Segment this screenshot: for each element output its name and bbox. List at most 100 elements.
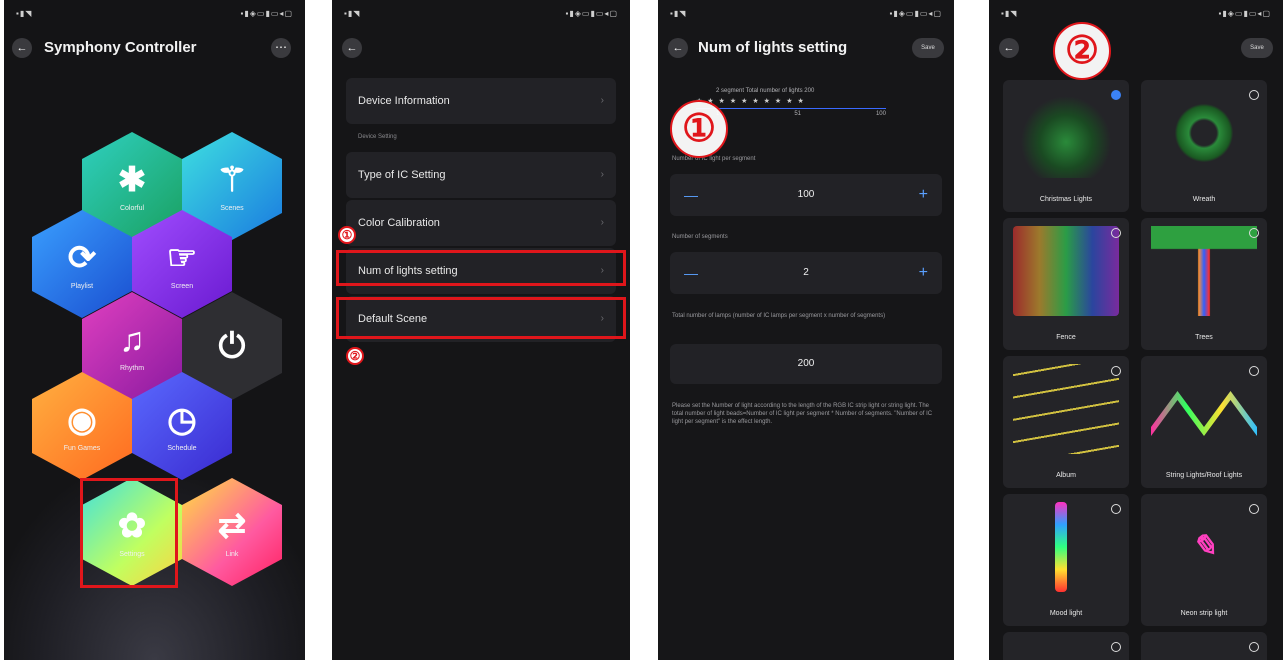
instruction-note: Please set the Number of light according… — [672, 403, 933, 425]
per-segment-value[interactable]: 100 — [670, 174, 942, 216]
clock-icon: ◷ — [167, 400, 197, 439]
chevron-right-icon: › — [600, 217, 604, 228]
hex-label: Screen — [170, 282, 194, 290]
radio-icon[interactable] — [1249, 366, 1259, 376]
plus-button[interactable]: + — [919, 174, 928, 216]
radio-icon[interactable] — [1249, 642, 1259, 652]
hex-label: Scenes — [220, 204, 244, 212]
back-button[interactable]: ← — [668, 38, 688, 58]
palm-tree-icon — [1151, 226, 1257, 316]
scene-card[interactable]: Mood light — [1003, 494, 1129, 626]
plus-button[interactable]: + — [919, 252, 928, 294]
fence-lights-icon — [1013, 226, 1119, 316]
scene-name: Trees — [1195, 334, 1213, 341]
radio-icon[interactable] — [1111, 228, 1121, 238]
album-lights-icon — [1013, 364, 1119, 454]
scene-name: Album — [1056, 472, 1076, 479]
highlight-box — [336, 250, 626, 286]
home-screen: ▪︎▮◥ ▪︎▮◈▭▮▭◂▢ ← Symphony Controller ⋯ ✱ … — [4, 0, 305, 660]
radio-icon[interactable] — [1249, 504, 1259, 514]
more-menu-button[interactable]: ⋯ — [271, 38, 291, 58]
total-lamps-value: 200 — [670, 344, 942, 384]
radio-icon[interactable] — [1111, 366, 1121, 376]
chevron-right-icon: › — [600, 169, 604, 180]
scene-card[interactable]: Wreath — [1141, 80, 1267, 212]
save-button[interactable]: Save — [912, 38, 944, 58]
device-information-item[interactable]: Device Information › — [346, 78, 616, 124]
status-bar: ▪︎▮◥ ▪︎▮◈▭▮▭◂▢ — [16, 9, 293, 18]
radio-icon[interactable] — [1249, 228, 1259, 238]
status-bar: ▪︎▮◥ ▪︎▮◈▭▮▭◂▢ — [1001, 9, 1271, 18]
item-label: Color Calibration — [358, 217, 440, 229]
back-button[interactable]: ← — [12, 38, 32, 58]
scene-name: String Lights/Roof Lights — [1165, 472, 1243, 479]
page-title: Symphony Controller — [44, 39, 197, 56]
highlight-box — [80, 478, 178, 588]
item-label: Device Information — [358, 95, 450, 107]
num-lights-screen: ▪︎▮◥ ▪︎▮◈▭▮▭◂▢ ← Num of lights setting Sa… — [658, 0, 954, 660]
step-marker-1: ① — [338, 226, 356, 244]
page-title: Num of lights setting — [698, 39, 848, 56]
save-button[interactable]: Save — [1241, 38, 1273, 58]
segments-value[interactable]: 2 — [670, 252, 942, 294]
scene-card[interactable]: Christmas Lights — [1003, 80, 1129, 212]
radio-icon[interactable] — [1111, 642, 1121, 652]
scene-card[interactable]: String Lights/Roof Lights — [1141, 356, 1267, 488]
back-button[interactable]: ← — [999, 38, 1019, 58]
status-bar: ▪︎▮◥ ▪︎▮◈▭▮▭◂▢ — [344, 9, 618, 18]
segment-text: 2 segment Total number of lights 200 — [716, 88, 815, 94]
step-marker-2: ② — [1053, 22, 1111, 80]
magic-wand-icon: ⚚ — [216, 160, 248, 199]
segments-stepper[interactable]: — 2 + — [670, 252, 942, 294]
scene-card[interactable]: Fence — [1003, 218, 1129, 350]
hex-label: Fun Games — [63, 444, 101, 452]
radio-icon[interactable] — [1249, 90, 1259, 100]
settings-screen: ▪︎▮◥ ▪︎▮◈▭▮▭◂▢ ← Device Information › Dev… — [332, 0, 630, 660]
radio-icon[interactable] — [1111, 504, 1121, 514]
highlight-box — [336, 297, 626, 339]
color-calibration-item[interactable]: Color Calibration › — [346, 200, 616, 246]
scene-name: Fence — [1056, 334, 1076, 341]
default-scene-screen: ▪︎▮◥ ▪︎▮◈▭▮▭◂▢ ← Save ② Christmas Lights … — [989, 0, 1283, 660]
ic-type-item[interactable]: Type of IC Setting › — [346, 152, 616, 198]
status-bar: ▪︎▮◥ ▪︎▮◈▭▮▭◂▢ — [670, 9, 942, 18]
per-segment-label: Number of IC light per segment — [672, 156, 756, 162]
snowflake-icon: ✱ — [117, 160, 147, 199]
step-marker-1: ① — [670, 100, 728, 158]
scene-name: Wreath — [1192, 196, 1216, 203]
scene-card-partial[interactable] — [1003, 632, 1129, 660]
back-button[interactable]: ← — [342, 38, 362, 58]
refresh-icon: ⟳ — [67, 238, 97, 277]
mood-light-icon — [1055, 502, 1067, 592]
section-header: Device Setting — [358, 134, 397, 140]
chevron-right-icon: › — [600, 95, 604, 106]
scene-card[interactable]: ✎ Neon strip light — [1141, 494, 1267, 626]
hex-label: Colorful — [119, 204, 145, 212]
hex-label: Schedule — [167, 444, 197, 452]
roof-lights-icon — [1151, 391, 1257, 436]
screen-touch-icon: ☞ — [166, 238, 198, 277]
total-label: Total number of lamps (number of IC lamp… — [672, 313, 886, 319]
scene-card-partial[interactable] — [1141, 632, 1267, 660]
scale-end: 100 — [875, 111, 886, 117]
scene-card[interactable]: Trees — [1141, 218, 1267, 350]
selected-radio-icon[interactable] — [1111, 90, 1121, 100]
scene-name: Mood light — [1049, 610, 1083, 617]
neon-hello-icon: ✎ — [1191, 529, 1217, 564]
hex-label: Playlist — [70, 282, 94, 290]
light-strip-preview: ★★★★★★★★★★ — [696, 97, 886, 109]
scene-card[interactable]: Album — [1003, 356, 1129, 488]
per-segment-stepper[interactable]: — 100 + — [670, 174, 942, 216]
segments-label: Number of segments — [672, 234, 728, 240]
hex-label: Link — [225, 550, 239, 558]
item-label: Type of IC Setting — [358, 169, 446, 181]
hex-label: Rhythm — [119, 364, 145, 372]
gamepad-icon: ◉ — [67, 400, 97, 439]
segment-summary: 2 segment Total number of lights 200 ★★★… — [696, 88, 936, 117]
christmas-tree-icon — [1013, 88, 1119, 178]
scene-name: Neon strip light — [1180, 610, 1228, 617]
wreath-icon — [1151, 88, 1257, 178]
scene-name: Christmas Lights — [1039, 196, 1093, 203]
step-marker-2: ② — [346, 347, 364, 365]
link-icon: ⇄ — [217, 506, 247, 545]
